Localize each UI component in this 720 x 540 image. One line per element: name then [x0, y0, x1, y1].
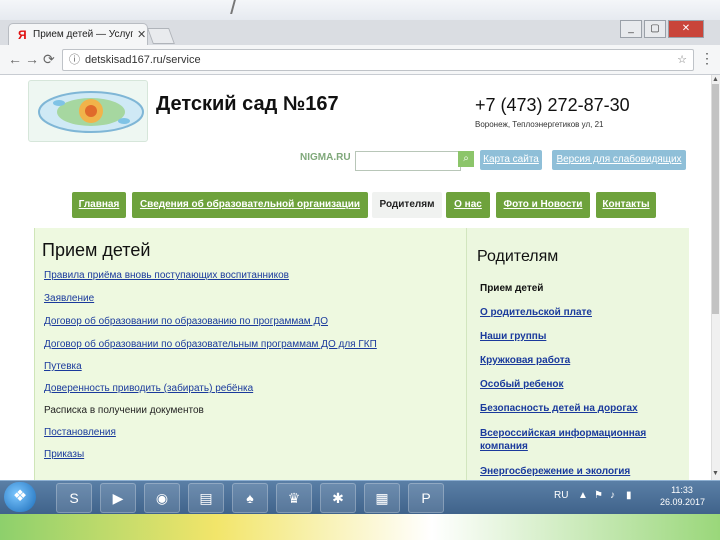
- site-title: Детский сад №167: [156, 93, 339, 115]
- site-search-input[interactable]: [355, 151, 461, 171]
- page-heading: Прием детей: [42, 240, 151, 260]
- chess-icon[interactable]: ♛: [276, 483, 312, 513]
- back-arrow-icon[interactable]: ←: [8, 51, 22, 67]
- scroll-up-icon[interactable]: ▲: [711, 76, 720, 83]
- content-link[interactable]: Приказы: [44, 449, 84, 460]
- sidebar-item[interactable]: Наши группы: [480, 331, 546, 342]
- flag-icon[interactable]: ⚑: [594, 490, 603, 501]
- spider-icon[interactable]: ✱: [320, 483, 356, 513]
- nav-photo-news[interactable]: Фото и Новости: [496, 192, 590, 218]
- language-indicator[interactable]: RU: [554, 490, 568, 501]
- sidebar-item[interactable]: Всероссийская информационная компания: [480, 427, 660, 453]
- content-link[interactable]: Доверенность приводить (забирать) ребёнк…: [44, 383, 253, 394]
- nav-home[interactable]: Главная: [72, 192, 126, 218]
- content-link[interactable]: Договор об образовании по образовательны…: [44, 339, 377, 350]
- content-link[interactable]: Правила приёма вновь поступающих воспита…: [44, 270, 289, 281]
- bookmark-star-icon[interactable]: ☆: [677, 50, 687, 70]
- content-text: Расписка в получении документов: [44, 405, 204, 416]
- network-icon[interactable]: ▮: [626, 490, 632, 501]
- powerpoint-icon[interactable]: P: [408, 483, 444, 513]
- info-icon[interactable]: ⓘ: [69, 50, 80, 70]
- presentation-icon[interactable]: ▦: [364, 483, 400, 513]
- reload-icon[interactable]: ⟳: [43, 51, 55, 67]
- file-explorer-icon[interactable]: ▤: [188, 483, 224, 513]
- solitaire-icon[interactable]: ♠: [232, 483, 268, 513]
- close-window-button[interactable]: ✕: [668, 20, 704, 38]
- sidebar-item[interactable]: Кружковая работа: [480, 355, 570, 366]
- system-clock[interactable]: 11:33 26.09.2017: [660, 484, 706, 508]
- search-icon[interactable]: ⌕: [458, 151, 474, 167]
- scrollbar-thumb[interactable]: [712, 84, 719, 314]
- content-link[interactable]: Путевка: [44, 361, 82, 372]
- nav-parents[interactable]: Родителям: [372, 192, 442, 218]
- content-link[interactable]: Договор об образовании по образованию по…: [44, 316, 328, 327]
- chrome-icon[interactable]: ◉: [144, 483, 180, 513]
- site-phone: +7 (473) 272-87-30: [475, 95, 630, 115]
- tray-arrow-icon[interactable]: ▲: [578, 490, 588, 501]
- yandex-favicon-icon: Я: [18, 28, 27, 42]
- logo-flower-icon: [38, 91, 144, 133]
- main-content: [34, 228, 467, 480]
- search-provider-logo: NIGMA.RU: [300, 152, 351, 163]
- url-text: detskisad167.ru/service: [85, 54, 201, 66]
- sidebar-item-current[interactable]: Прием детей: [480, 283, 543, 294]
- browser-menu-icon[interactable]: ⋮: [700, 50, 714, 67]
- slide-top-decoration: [0, 0, 720, 20]
- nav-organization-info[interactable]: Сведения об образовательной организации: [132, 192, 368, 218]
- site-address: Воронеж, Теплоэнергетиков ул, 21: [475, 120, 604, 129]
- minimize-button[interactable]: _: [620, 20, 642, 38]
- browser-tab[interactable]: Я Прием детей — Услуги ✕: [8, 23, 148, 46]
- address-bar[interactable]: ⓘ detskisad167.ru/service ☆: [62, 49, 694, 71]
- tab-close-icon[interactable]: ✕: [137, 28, 146, 41]
- scroll-down-icon[interactable]: ▼: [711, 470, 720, 477]
- clock-time: 11:33: [671, 485, 693, 495]
- sitemap-button[interactable]: Карта сайта: [480, 150, 542, 170]
- sidebar-item[interactable]: Особый ребенок: [480, 379, 564, 390]
- sidebar-heading: Родителям: [477, 248, 559, 265]
- content-link[interactable]: Постановления: [44, 427, 116, 438]
- maximize-button[interactable]: ▢: [644, 20, 666, 38]
- forward-arrow-icon[interactable]: →: [25, 51, 39, 67]
- accessibility-version-button[interactable]: Версия для слабовидящих: [552, 150, 686, 170]
- content-link[interactable]: Заявление: [44, 293, 94, 304]
- skype-icon[interactable]: S: [56, 483, 92, 513]
- sidebar-item[interactable]: Энергосбережение и экология: [480, 466, 630, 477]
- slide-bottom-decoration: [0, 514, 720, 540]
- nav-contacts[interactable]: Контакты: [596, 192, 656, 218]
- clock-date: 26.09.2017: [660, 497, 706, 507]
- nav-about[interactable]: О нас: [446, 192, 490, 218]
- site-logo[interactable]: [28, 80, 148, 142]
- windows-start-icon[interactable]: ❖: [4, 482, 36, 512]
- tab-title: Прием детей — Услуги: [33, 29, 133, 40]
- media-player-icon[interactable]: ▶: [100, 483, 136, 513]
- sidebar-item[interactable]: Безопасность детей на дорогах: [480, 403, 638, 414]
- volume-icon[interactable]: ♪: [610, 490, 615, 501]
- sidebar-item[interactable]: О родительской плате: [480, 307, 592, 318]
